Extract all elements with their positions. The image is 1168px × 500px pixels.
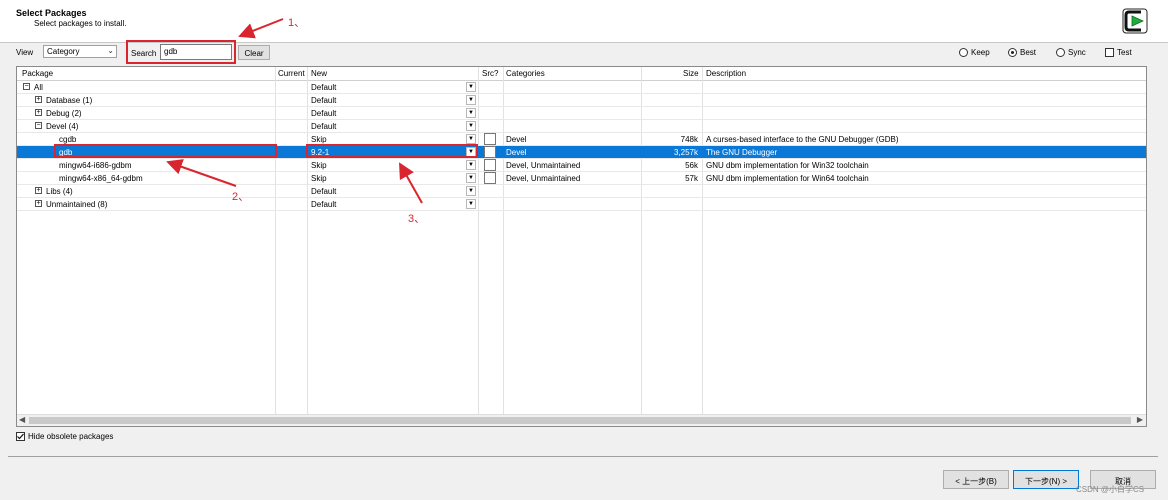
next-button[interactable]: 下一步(N) > [1013,470,1079,489]
back-button[interactable]: < 上一步(B) [943,470,1009,489]
footer-divider [8,456,1158,457]
annotation-label-3: 3、 [408,213,426,225]
annotation-label-1: 1、 [288,17,306,29]
checkmark-icon [17,433,24,440]
annotation-label-2: 2、 [232,191,250,203]
annotation-arrows [166,18,423,204]
hide-obsolete-label: Hide obsolete packages [28,432,114,441]
watermark: CSDN @小白学CS [1076,485,1145,494]
hide-obsolete-checkbox[interactable] [16,432,25,441]
